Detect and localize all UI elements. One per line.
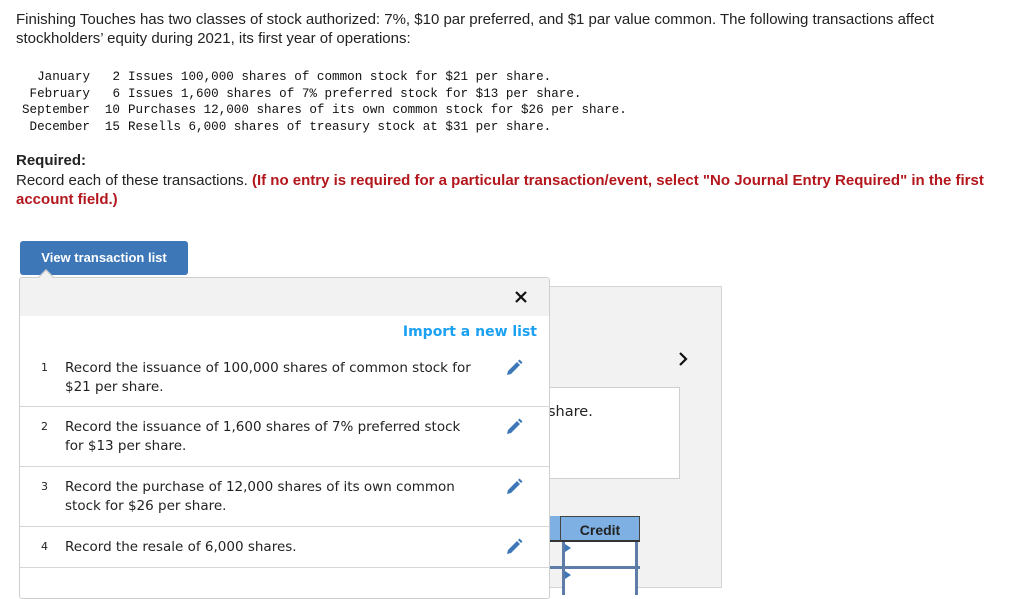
- transaction-list-popover: Import a new list 1 Record the issuance …: [19, 277, 550, 599]
- popover-caret-fill: [38, 271, 54, 279]
- edit-button[interactable]: [505, 538, 523, 556]
- list-item[interactable]: 3 Record the purchase of 12,000 shares o…: [20, 467, 549, 527]
- close-button[interactable]: [511, 287, 531, 307]
- transaction-day: 15: [104, 119, 120, 134]
- list-item[interactable]: 4 Record the resale of 6,000 shares.: [20, 527, 549, 568]
- edit-button[interactable]: [505, 359, 523, 377]
- item-text: Record the purchase of 12,000 shares of …: [65, 479, 455, 514]
- question-box: [540, 387, 680, 479]
- credit-input[interactable]: [562, 569, 638, 595]
- transactions-table: January 2 Issues 100,000 shares of commo…: [16, 69, 627, 135]
- transaction-row: January 2 Issues 100,000 shares of commo…: [16, 69, 627, 86]
- pencil-icon: [507, 478, 523, 494]
- credit-column-header: Credit: [560, 516, 640, 542]
- transaction-text: Purchases 12,000 shares of its own commo…: [128, 103, 627, 117]
- item-text: Record the issuance of 1,600 shares of 7…: [65, 419, 461, 454]
- transaction-text: Issues 100,000 shares of common stock fo…: [128, 70, 552, 84]
- item-number: 3: [41, 480, 48, 493]
- transaction-month: December: [29, 119, 90, 134]
- question-text-fragment: share.: [548, 404, 593, 420]
- edit-button[interactable]: [505, 418, 523, 436]
- cell-marker-icon: [565, 544, 571, 552]
- transaction-list: 1 Record the issuance of 100,000 shares …: [20, 350, 549, 568]
- list-item[interactable]: 2 Record the issuance of 1,600 shares of…: [20, 407, 549, 467]
- transaction-day: 10: [104, 103, 120, 117]
- pencil-icon: [507, 418, 523, 434]
- transaction-row: December 15 Resells 6,000 shares of trea…: [16, 119, 627, 136]
- item-number: 4: [41, 540, 48, 553]
- item-text: Record the resale of 6,000 shares.: [65, 539, 297, 555]
- cell-marker-icon: [565, 571, 571, 579]
- transaction-row: February 6 Issues 1,600 shares of 7% pre…: [16, 86, 627, 103]
- transaction-day: 6: [112, 86, 120, 101]
- problem-intro: Finishing Touches has two classes of sto…: [16, 11, 935, 47]
- popover-header: [20, 278, 549, 316]
- item-number: 2: [41, 420, 48, 433]
- close-icon: [515, 291, 527, 303]
- import-new-list-link[interactable]: Import a new list: [403, 324, 537, 340]
- required-instructions: Record each of these transactions. (If n…: [16, 171, 1006, 209]
- next-button[interactable]: [673, 347, 693, 371]
- item-text: Record the issuance of 100,000 shares of…: [65, 360, 471, 395]
- list-item[interactable]: 1 Record the issuance of 100,000 shares …: [20, 350, 549, 407]
- transaction-text: Issues 1,600 shares of 7% preferred stoc…: [128, 86, 582, 101]
- transaction-day: 2: [112, 70, 120, 84]
- transaction-month: January: [37, 70, 90, 84]
- required-text: Record each of these transactions.: [16, 172, 248, 189]
- transaction-row: September 10 Purchases 12,000 shares of …: [16, 102, 627, 119]
- transaction-text: Resells 6,000 shares of treasury stock a…: [128, 119, 552, 134]
- edit-button[interactable]: [505, 478, 523, 496]
- chevron-right-icon: [679, 352, 688, 366]
- required-heading: Required:: [16, 152, 87, 169]
- credit-input[interactable]: [562, 542, 638, 568]
- item-number: 1: [41, 361, 48, 374]
- pencil-icon: [507, 538, 523, 554]
- transaction-month: September: [21, 103, 90, 117]
- pencil-icon: [507, 359, 523, 375]
- transaction-month: February: [29, 86, 90, 101]
